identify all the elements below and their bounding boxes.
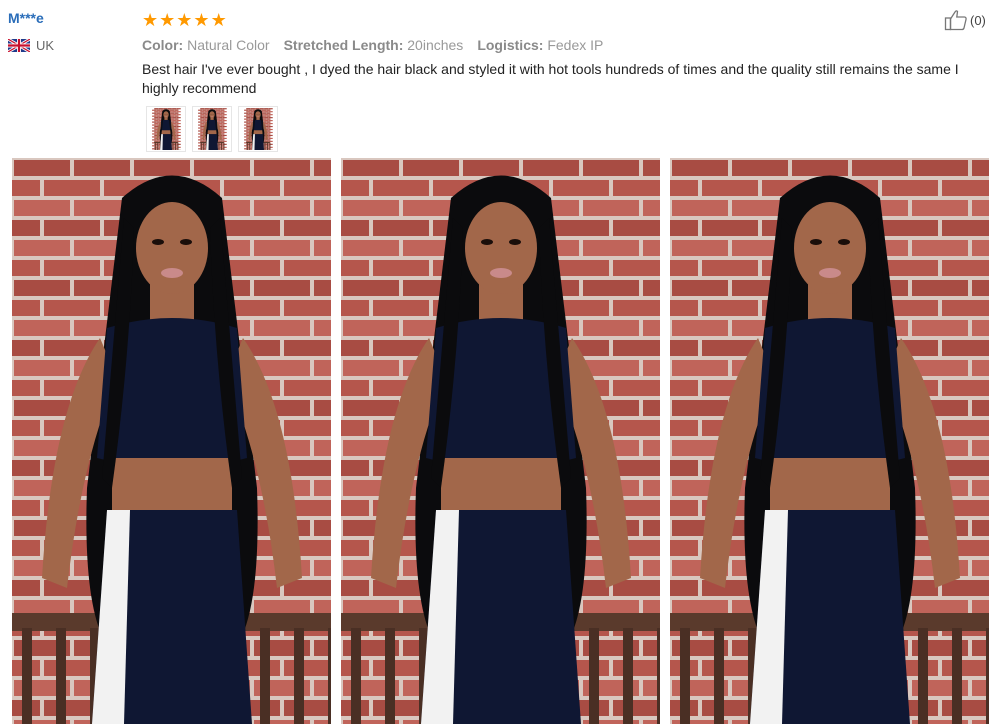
thumbnail-image <box>244 108 273 150</box>
attribute-label: Stretched Length: <box>283 37 404 53</box>
star-icon: ★ <box>193 10 210 30</box>
attribute-label: Logistics: <box>477 37 544 53</box>
star-icon: ★ <box>142 10 159 30</box>
attribute-value: Fedex IP <box>547 37 604 53</box>
like-count: (0) <box>970 12 986 28</box>
reviewer-name: M***e <box>8 10 44 26</box>
attribute-logistics: Logistics: Fedex IP <box>477 37 603 53</box>
thumbnail-image <box>152 108 181 150</box>
review-photo-3[interactable] <box>670 158 989 724</box>
uk-flag-icon <box>8 39 30 52</box>
attribute-value: 20inches <box>407 37 464 53</box>
thumbnail-1[interactable] <box>146 106 186 152</box>
star-icon: ★ <box>159 10 176 30</box>
thumbnail-image <box>198 108 227 150</box>
review-text: Best hair I've ever bought , I dyed the … <box>142 61 959 96</box>
rating-stars: ★ ★ ★ ★ ★ <box>142 10 227 30</box>
review-photo-1[interactable] <box>12 158 331 724</box>
review-photo-2[interactable] <box>341 158 660 724</box>
review-thumbnails <box>146 106 278 152</box>
thumbs-up-icon <box>944 10 967 31</box>
star-icon: ★ <box>176 10 193 30</box>
attribute-label: Color: <box>142 37 184 53</box>
attribute-value: Natural Color <box>187 37 270 53</box>
thumbnail-3[interactable] <box>238 106 278 152</box>
country-label: UK <box>36 38 55 53</box>
attribute-color: Color: Natural Color <box>142 37 270 53</box>
reviewer-country: UK <box>8 38 54 53</box>
review-photo-image <box>341 158 660 724</box>
attribute-length: Stretched Length: 20inches <box>284 37 464 53</box>
review-photo-image <box>670 158 989 724</box>
like-button[interactable]: (0) <box>944 9 986 31</box>
thumbnail-2[interactable] <box>192 106 232 152</box>
review-photo-image <box>12 158 331 724</box>
star-icon: ★ <box>210 10 227 30</box>
review-attributes: Color: Natural Color Stretched Length: 2… <box>142 37 603 53</box>
